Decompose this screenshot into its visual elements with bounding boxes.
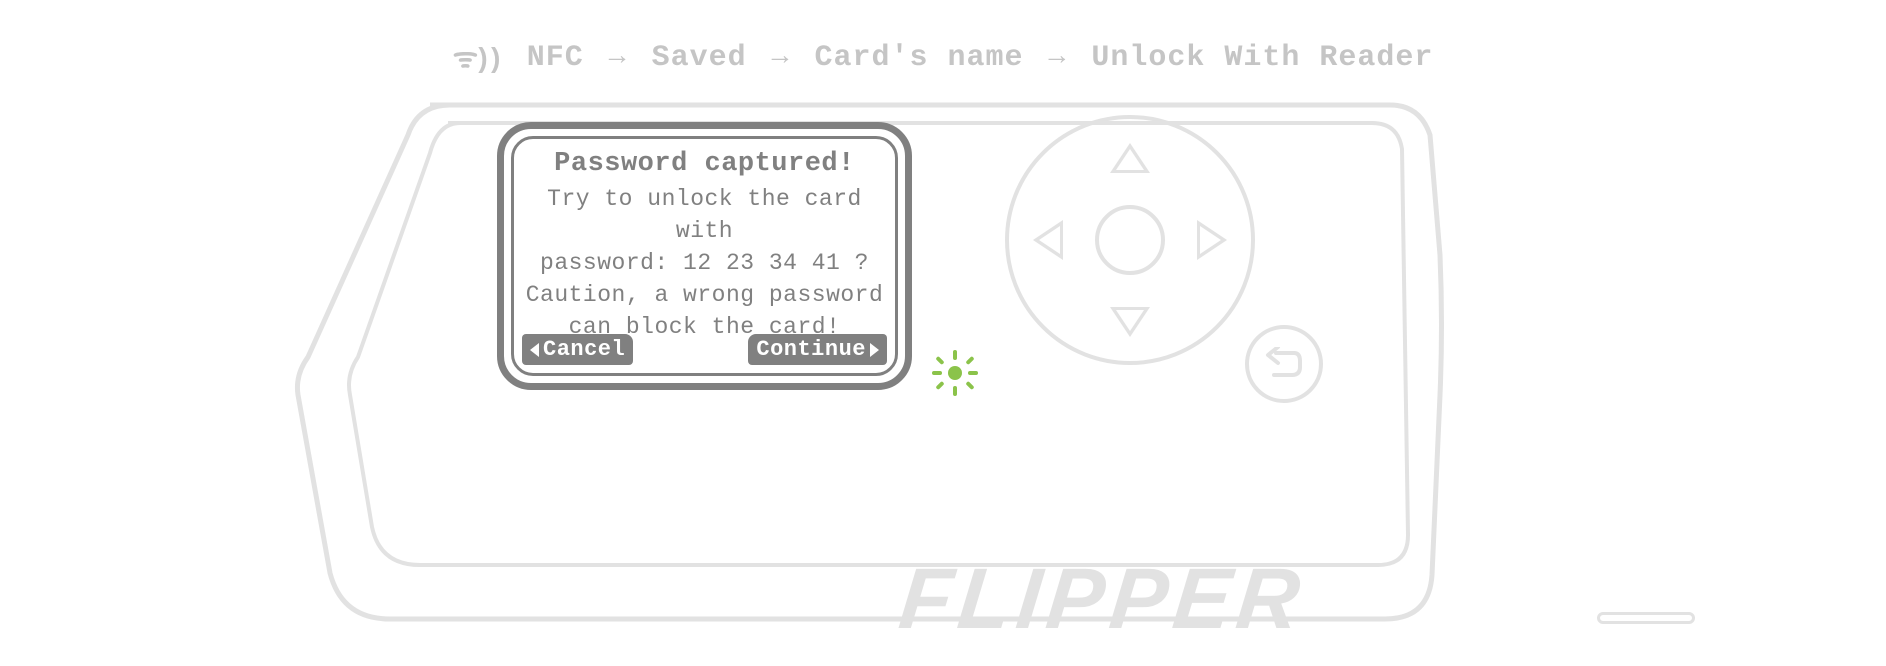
breadcrumb-item: Card's name: [814, 41, 1023, 75]
screen-line: Caution, a wrong password: [522, 279, 887, 311]
cancel-label: Cancel: [543, 337, 625, 362]
continue-button[interactable]: Continue: [748, 334, 887, 365]
sd-slot: [1597, 612, 1695, 624]
chevron-right-icon: [870, 343, 879, 357]
back-icon: [1264, 347, 1304, 381]
chevron-left-icon: [530, 343, 539, 357]
device-screen: Password captured! Try to unlock the car…: [497, 122, 912, 390]
cancel-button[interactable]: Cancel: [522, 334, 633, 365]
screen-content: Password captured! Try to unlock the car…: [511, 136, 898, 376]
dpad: [1005, 115, 1255, 365]
brand-logo: FLIPPER: [895, 550, 1311, 649]
arrow-icon: →: [609, 42, 627, 73]
status-led: [932, 350, 978, 396]
breadcrumb-item: NFC: [527, 41, 584, 75]
dpad-left-button[interactable]: [1033, 220, 1063, 260]
breadcrumb-item: Saved: [652, 41, 747, 75]
dpad-up-button[interactable]: [1110, 143, 1150, 173]
arrow-icon: →: [772, 42, 790, 73]
dpad-center-button[interactable]: [1095, 205, 1165, 275]
continue-label: Continue: [756, 337, 866, 362]
screen-line: password: 12 23 34 41 ?: [522, 247, 887, 279]
nfc-icon: ᯤ)): [453, 38, 500, 76]
dpad-right-button[interactable]: [1197, 220, 1227, 260]
screen-title: Password captured!: [554, 149, 855, 179]
dpad-down-button[interactable]: [1110, 307, 1150, 337]
screen-message: Try to unlock the card with password: 12…: [522, 183, 887, 343]
breadcrumb: ᯤ)) NFC → Saved → Card's name → Unlock W…: [0, 38, 1886, 76]
breadcrumb-item: Unlock With Reader: [1091, 41, 1433, 75]
back-button[interactable]: [1245, 325, 1323, 403]
arrow-icon: →: [1049, 42, 1067, 73]
screen-line: Try to unlock the card with: [522, 183, 887, 247]
